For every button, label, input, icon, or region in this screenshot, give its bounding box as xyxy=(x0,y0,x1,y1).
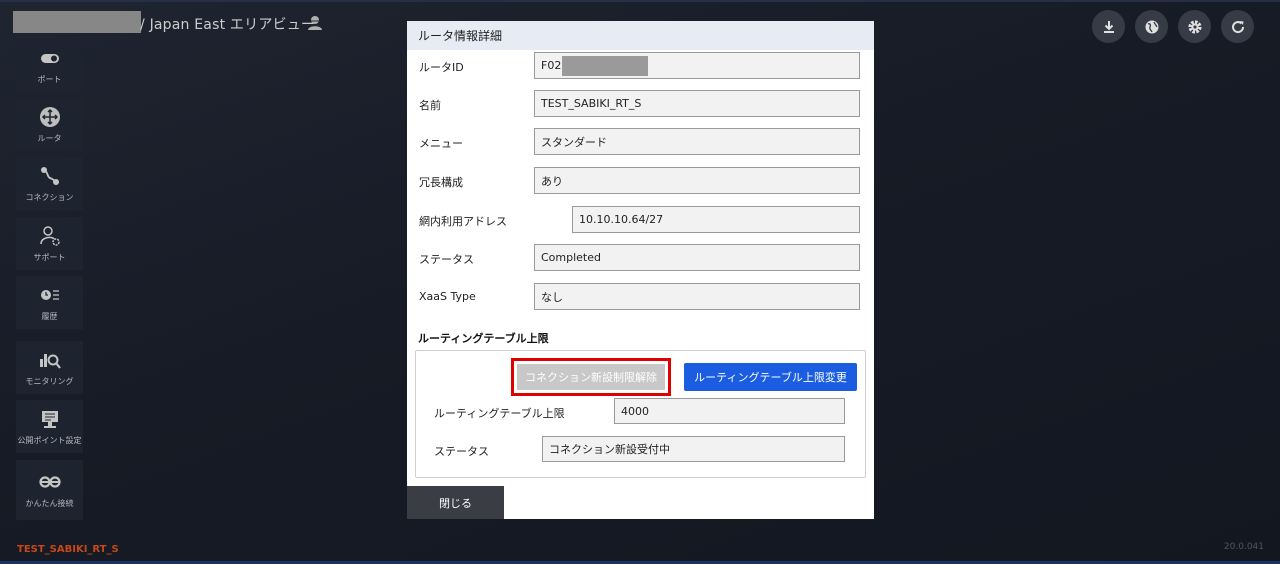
routing-status-label: ステータス xyxy=(434,445,489,458)
routing-panel: コネクション新設制限解除 ルーティングテーブル上限変更 ルーティングテーブル上限… xyxy=(415,350,866,478)
redacted-id-area xyxy=(562,55,649,76)
router-id-field: F02 xyxy=(534,52,860,79)
highlight-frame: コネクション新設制限解除 xyxy=(511,358,671,396)
routing-status-field: コネクション新設受付中 xyxy=(542,436,845,462)
routing-limit-field: 4000 xyxy=(614,398,845,424)
close-button[interactable]: 閉じる xyxy=(407,486,504,519)
release-restriction-button[interactable]: コネクション新設制限解除 xyxy=(517,364,665,390)
menu-field: スタンダード xyxy=(534,128,860,155)
field-status: ステータス Completed xyxy=(407,244,874,272)
address-field: 10.10.10.64/27 xyxy=(572,206,860,233)
redundancy-field: あり xyxy=(534,167,860,194)
xaas-label: XaaS Type xyxy=(419,290,476,303)
router-detail-modal: ルータ情報詳細 ルータID F02 名前 TEST_SABIKI_RT_S メニ… xyxy=(407,21,874,519)
menu-label: メニュー xyxy=(419,137,463,150)
router-id-value: F02 xyxy=(541,59,562,72)
change-limit-button[interactable]: ルーティングテーブル上限変更 xyxy=(684,363,857,391)
routing-section-title: ルーティングテーブル上限 xyxy=(418,332,549,345)
field-xaas: XaaS Type なし xyxy=(407,283,874,311)
field-redundancy: 冗長構成 あり xyxy=(407,167,874,195)
router-id-label: ルータID xyxy=(419,61,464,74)
modal-title: ルータ情報詳細 xyxy=(407,21,874,50)
field-menu: メニュー スタンダード xyxy=(407,128,874,156)
field-address: 網内利用アドレス 10.10.10.64/27 xyxy=(407,206,874,234)
field-router-id: ルータID F02 xyxy=(407,52,874,80)
name-field: TEST_SABIKI_RT_S xyxy=(534,90,860,117)
name-label: 名前 xyxy=(419,99,441,112)
redundancy-label: 冗長構成 xyxy=(419,176,463,189)
status-field: Completed xyxy=(534,244,860,271)
field-name: 名前 TEST_SABIKI_RT_S xyxy=(407,90,874,118)
address-label: 網内利用アドレス xyxy=(419,215,507,228)
status-label: ステータス xyxy=(419,253,474,266)
routing-limit-label: ルーティングテーブル上限 xyxy=(434,407,565,420)
xaas-field: なし xyxy=(534,283,860,310)
